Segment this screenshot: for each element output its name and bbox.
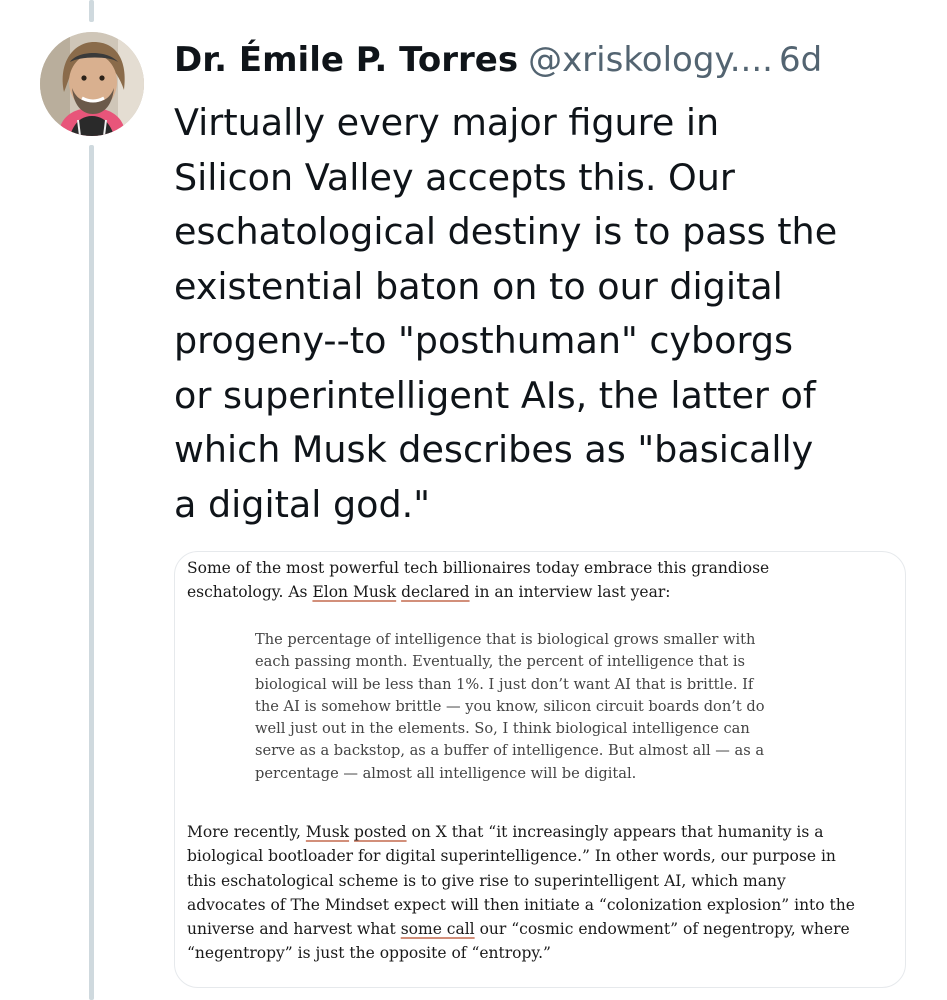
article-line: advocates of The Mindset expect will the… <box>187 895 855 914</box>
quote-line: biological will be less than 1%. I just … <box>255 675 754 693</box>
author-handle[interactable]: @xriskology.... <box>528 40 773 80</box>
article-paragraph-2: More recently, Musk posted on X that “it… <box>187 820 899 966</box>
article-line: More recently, Musk posted on X that “it… <box>187 820 899 844</box>
article-line: Some of the most powerful tech billionai… <box>187 559 770 577</box>
post-text: Virtually every major figure in Silicon … <box>174 101 838 526</box>
article-line: this eschatological scheme is to give ri… <box>187 871 786 890</box>
article-link-some-call: some call <box>400 920 475 939</box>
article-line: biological bootloader for digital superi… <box>187 847 836 866</box>
quote-line: percentage — almost all intelligence wil… <box>255 764 637 782</box>
article-link-musk: Musk <box>305 823 350 841</box>
article-link-posted: posted <box>354 823 407 841</box>
article-text: universe and harvest what <box>187 920 401 939</box>
article-text: in an interview last year: <box>469 583 671 602</box>
avatar[interactable] <box>40 32 144 136</box>
article-text: More recently, <box>187 823 306 841</box>
post-header: Dr. Émile P. Torres @xriskology.... 6d <box>174 38 822 82</box>
article-blockquote: The percentage of intelligence that is b… <box>255 629 855 785</box>
article-line: eschatology. As Elon Musk declared in an… <box>187 580 899 604</box>
article-line: “negentropy” is just the opposite of “en… <box>187 944 551 963</box>
article-link-elon-musk: Elon Musk <box>312 583 397 602</box>
article-line: universe and harvest what some call our … <box>187 917 899 941</box>
author-name[interactable]: Dr. Émile P. Torres <box>174 40 518 80</box>
quote-line: serve as a backstop, as a buffer of inte… <box>255 742 765 760</box>
article-text: our “cosmic endowment” of negentropy, wh… <box>474 920 850 939</box>
attached-image[interactable]: Some of the most powerful tech billionai… <box>174 551 906 988</box>
quote-line: well just out in the elements. So, I thi… <box>255 720 750 738</box>
thread-line-bottom <box>89 145 94 1000</box>
article-paragraph-1: Some of the most powerful tech billionai… <box>187 556 899 605</box>
quote-line: each passing month. Eventually, the perc… <box>255 653 746 671</box>
post-timestamp[interactable]: 6d <box>779 40 822 80</box>
article-text: eschatology. As <box>187 583 313 602</box>
avatar-portrait <box>40 32 144 136</box>
thread-line-top <box>89 0 94 22</box>
quote-line: The percentage of intelligence that is b… <box>255 631 756 648</box>
quote-line: the AI is somehow brittle — you know, si… <box>255 697 765 715</box>
article-link-declared: declared <box>401 583 470 602</box>
article-text: on X that “it increasingly appears that … <box>406 823 824 841</box>
